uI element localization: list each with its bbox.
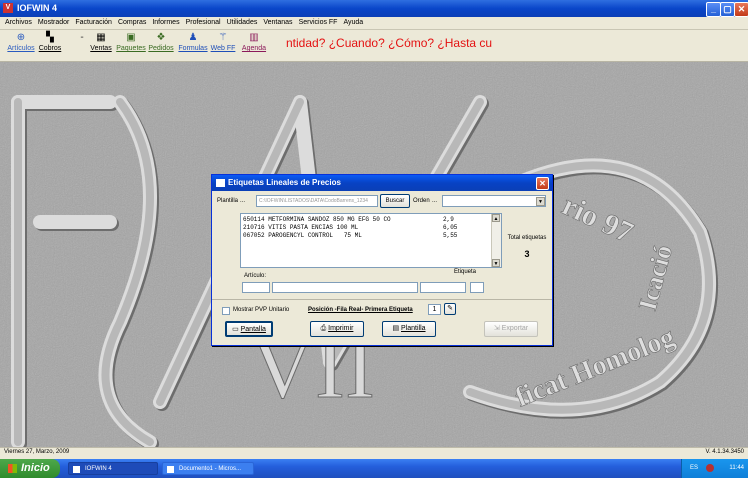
articulo-desc-input[interactable] [272,282,418,293]
status-bar: Viernes 27, Marzo, 2009 V. 4.1.34.3450 [0,447,748,459]
printer-icon: ⎙ [320,325,329,332]
menu-servicios-ff[interactable]: Servicios FF [296,17,341,29]
menu-compras[interactable]: Compras [115,17,149,29]
screen-icon: ▭ [232,326,241,333]
start-button[interactable]: Inicio [0,459,60,478]
toolbar-cobros[interactable]: ▚ Cobros [36,32,64,52]
exportar-button[interactable]: ⇲ Exportar [484,321,538,337]
menu-facturacion[interactable]: Facturación [72,17,115,29]
posicion-input[interactable]: 1 [428,304,441,315]
formulas-icon: ♟ [188,32,198,43]
app-titlebar[interactable]: V IOFWIN 4 _ ▢ ✕ [0,0,748,17]
clock: 11:44 [729,465,744,471]
imprimir-button[interactable]: ⎙ Imprimir [310,321,364,337]
articles-icon: ⊕ [16,32,26,43]
agenda-icon: ▥ [249,32,259,43]
task-document[interactable]: Documento1 - Micros... [162,462,254,475]
buscar-button[interactable]: Buscar [380,194,410,208]
dialog-close-button[interactable]: ✕ [536,177,549,190]
orders-icon: ❖ [156,32,166,43]
menu-mostrador[interactable]: Mostrador [35,17,73,29]
taskbar: Inicio IOFWIN 4 Documento1 - Micros... E… [0,459,748,478]
pantalla-button[interactable]: ▭ Pantalla [225,321,273,337]
plantilla-label: Plantilla [217,198,239,204]
orden-select[interactable]: ▼ [442,195,546,207]
window-title: IOFWIN 4 [17,3,57,13]
list-item[interactable]: 210716 VITIS PASTA ENCIAS 100 ML [243,224,358,232]
status-date: Viernes 27, Marzo, 2009 [4,449,70,455]
app-icon [73,466,80,473]
menu-profesional[interactable]: Profesional [183,17,224,29]
list-item[interactable]: 650114 METFORMINA SANDOZ 850 MG EFG 50 C… [243,216,391,224]
list-scrollbar[interactable]: ▲ ▼ [491,214,501,267]
position-picker-icon[interactable]: ✎ [444,303,456,315]
pvp-checkbox[interactable] [222,307,230,315]
menu-utilidades[interactable]: Utilidades [224,17,261,29]
toolbar-agenda[interactable]: ▥ Agenda [240,32,268,52]
status-version: V. 4.1.34.3450 [705,449,744,455]
etiqueta-label: Etiqueta [454,269,477,275]
menu-ayuda[interactable]: Ayuda [340,17,366,29]
price-labels-dialog: Etiquetas Lineales de Precios ✕ Plantill… [211,174,553,346]
etiqueta-input[interactable] [470,282,484,293]
plantilla-button[interactable]: ▤ Plantilla [382,321,436,337]
toolbar-paquetes[interactable]: ▣ Paquetes [116,32,146,52]
orden-label: Orden [413,198,430,204]
web-icon: ⚚ [218,32,228,43]
labels-list[interactable]: 650114 METFORMINA SANDOZ 850 MG EFG 50 C… [240,213,502,268]
dialog-title: Etiquetas Lineales de Precios [228,178,341,187]
dialog-titlebar[interactable]: Etiquetas Lineales de Precios ✕ [212,175,552,191]
list-item[interactable]: 067052 PAROGENCYL CONTROL 75 ML [243,232,362,240]
scroll-down-icon[interactable]: ▼ [492,259,500,267]
plantilla-path-input[interactable]: C:\IOFWIN\LISTADOS\DATA\CodoBarrens_1234 [256,195,378,207]
windows-logo-icon [8,463,17,473]
articulo-price-input[interactable] [420,282,466,293]
articulo-label: Artículo: [244,273,267,279]
total-value: 3 [524,249,530,259]
toolbar-articulos[interactable]: ⊕ Artículos [6,32,36,52]
dialog-icon [216,179,225,187]
menu-archivos[interactable]: Archivos [2,17,35,29]
pvp-label: Mostrar PVP Unitario [233,307,290,313]
packages-icon: ▣ [126,32,136,43]
toolbar: ⊕ Artículos ▚ Cobros - ▦ Ventas ▣ Paquetes ❖… [0,30,748,62]
toolbar-web-ff[interactable]: ⚚ Web FF [210,32,236,52]
toolbar-pedidos[interactable]: ❖ Pedidos [148,32,174,52]
app-icon: V [3,3,13,13]
scrolling-marquee: ntidad? ¿Cuando? ¿Cómo? ¿Hasta cu [286,36,493,50]
maximize-button[interactable]: ▢ [720,2,735,17]
system-tray: ES 11:44 [681,459,748,478]
posicion-label: Posición -Fila Real- Primera Etiqueta [308,307,413,313]
chevron-down-icon[interactable]: ▼ [536,197,545,206]
close-button[interactable]: ✕ [734,2,748,17]
total-label: Total etiquetas [507,235,547,241]
toolbar-formulas[interactable]: ♟ Formulas [178,32,208,52]
template-icon: ▤ [392,325,402,332]
payments-icon: ▚ [46,32,54,43]
articulo-code-input[interactable] [242,282,270,293]
scroll-up-icon[interactable]: ▲ [492,214,500,222]
menu-bar: Archivos Mostrador Facturación Compras Infor… [0,17,748,30]
task-iofwin[interactable]: IOFWIN 4 [68,462,158,475]
word-document-icon [167,466,174,473]
menu-informes[interactable]: Informes [149,17,182,29]
divider [212,299,552,300]
toolbar-ventas[interactable]: ▦ Ventas [88,32,114,52]
sales-icon: ▦ [96,32,106,43]
tray-app-icon[interactable] [706,464,714,472]
menu-ventanas[interactable]: Ventanas [260,17,295,29]
language-indicator[interactable]: ES [690,465,698,471]
minimize-button[interactable]: _ [706,2,721,17]
export-icon: ⇲ [493,325,502,332]
